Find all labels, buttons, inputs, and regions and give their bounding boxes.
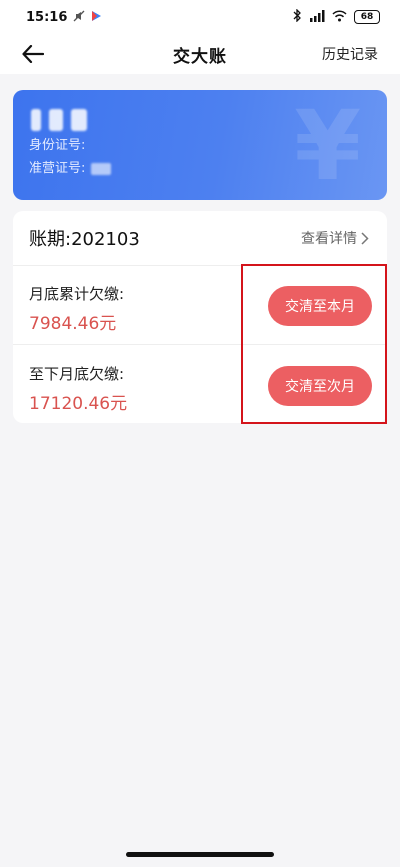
status-bar: 15:16 68 bbox=[0, 0, 400, 34]
arrears-label: 至下月底欠缴: bbox=[29, 365, 125, 383]
wifi-icon bbox=[332, 9, 347, 25]
billing-period-row: 账期:202103 查看详情 bbox=[13, 211, 387, 266]
home-indicator[interactable] bbox=[126, 852, 274, 857]
arrears-label: 月底累计欠缴: bbox=[29, 285, 125, 303]
arrears-amount: 17120.46元 bbox=[29, 394, 128, 414]
view-details-link[interactable]: 查看详情 bbox=[301, 228, 369, 248]
mute-icon bbox=[73, 10, 85, 25]
nav-bar: 交大账 历史记录 bbox=[0, 34, 400, 74]
list-item: 月底累计欠缴: 7984.46元 交清至本月 bbox=[13, 269, 387, 345]
license-number-label: 准营证号: bbox=[29, 161, 86, 176]
billing-period: 账期:202103 bbox=[29, 229, 140, 250]
pay-to-next-month-button[interactable]: 交清至次月 bbox=[268, 366, 372, 406]
play-store-icon bbox=[91, 10, 102, 25]
back-button[interactable] bbox=[16, 38, 50, 70]
bluetooth-icon bbox=[293, 8, 302, 25]
id-card: 身份证号: 准营证号: ¥ bbox=[13, 90, 387, 200]
blurred-name bbox=[31, 108, 101, 132]
pay-to-this-month-button[interactable]: 交清至本月 bbox=[268, 286, 372, 326]
id-number-row: 身份证号: bbox=[29, 134, 85, 153]
blurred-license-value bbox=[91, 162, 112, 175]
yen-watermark-icon: ¥ bbox=[294, 90, 361, 200]
arrears-amount: 7984.46元 bbox=[29, 314, 117, 334]
signal-icon bbox=[309, 9, 325, 25]
status-time: 15:16 bbox=[26, 9, 68, 25]
page-title: 交大账 bbox=[173, 46, 227, 67]
history-records-link[interactable]: 历史记录 bbox=[322, 44, 378, 64]
list-item: 至下月底欠缴: 17120.46元 交清至次月 bbox=[13, 349, 387, 425]
bill-card: 账期:202103 查看详情 月底累计欠缴: 7984.46元 交清至本月 至下… bbox=[13, 211, 387, 423]
license-number-row: 准营证号: bbox=[29, 157, 112, 176]
status-left: 15:16 bbox=[26, 10, 102, 25]
arrow-left-icon bbox=[22, 45, 44, 63]
chevron-right-icon bbox=[361, 231, 369, 245]
battery-indicator: 68 bbox=[354, 10, 380, 24]
screen: 15:16 68 交大账 历史记录 身份证号: 准营证号: ¥ 账期:20210… bbox=[0, 0, 400, 867]
status-right: 68 bbox=[293, 8, 380, 25]
id-number-label: 身份证号: bbox=[29, 138, 86, 153]
view-details-label: 查看详情 bbox=[301, 231, 357, 247]
